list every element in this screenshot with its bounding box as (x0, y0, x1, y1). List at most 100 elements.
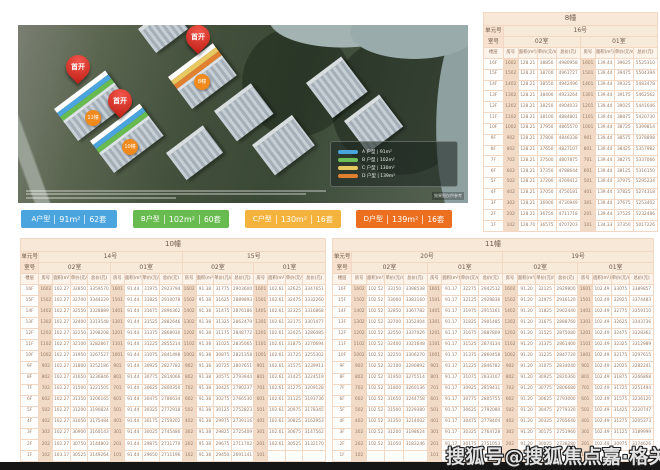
banner-count: 16套 (427, 214, 444, 225)
table-cell: 4F (333, 417, 352, 428)
table-cell: 91.17 (442, 351, 460, 362)
table-cell: 901 (427, 362, 442, 373)
table-cell: 139.44 (595, 123, 614, 134)
divider (387, 215, 388, 224)
table-cell: 2861400 (554, 340, 578, 351)
table-cell: 601 (578, 395, 593, 406)
table-cell: 30425 (214, 384, 232, 395)
table-cell: 2876186 (231, 307, 253, 318)
table-cell: 902 (503, 362, 518, 373)
divider (84, 215, 85, 224)
legend-item: A 户型 | 91m² (338, 149, 450, 155)
table-cell: 面积(m²) (124, 274, 142, 285)
table-cell: 1602 (352, 285, 367, 296)
unit-type-legend: A 户型 | 91m² B 户型 | 102m² C 户型 | 130m² D … (330, 141, 458, 187)
table-cell: 39325 (614, 80, 633, 91)
table-cell: 室号 (333, 263, 352, 274)
table-cell: 91.38 (196, 362, 214, 373)
table-cell: 单价(元/m²) (614, 48, 633, 59)
table-cell: 2820360 (554, 373, 578, 384)
table-cell: 102.52 (367, 340, 385, 351)
aerial-rendering: 首开 首开 首开 11幢 10幢 8幢 A 户型 | 91m² B 户型 | 1… (18, 25, 468, 203)
table-cell: 3337026 (403, 329, 427, 340)
table-cell: 91.17 (442, 362, 460, 373)
table-cell: 2942512 (479, 285, 503, 296)
table-cell: 501 (110, 406, 124, 417)
table-cell: 1602 (503, 285, 518, 296)
table-cell: 32400 (385, 340, 403, 351)
building-block (138, 25, 188, 53)
table-cell: 128.70 (518, 221, 537, 232)
table-cell: 02室 (39, 263, 111, 274)
legend-label: C 户型 | 130m² (362, 165, 395, 171)
table-cell: 31500 (70, 384, 88, 395)
table-cell: 1502 (352, 296, 367, 307)
table-cell: 1202 (39, 329, 53, 340)
table-cell: 8F (333, 373, 352, 384)
table-cell: 31050 (70, 417, 88, 428)
table-cell: 01室 (110, 263, 182, 274)
table-cell: 2923794 (160, 285, 182, 296)
table-cell: 31575 (611, 395, 629, 406)
table-cell: 2834040 (554, 362, 578, 373)
table-cell: 5525310 (633, 59, 657, 70)
table-cell: 1302 (503, 91, 518, 102)
table-cell: 32100 (70, 340, 88, 351)
table-cell: 91.20 (517, 428, 535, 439)
table-cell: 30475 (142, 395, 160, 406)
table-cell: 91.20 (517, 406, 535, 417)
banner-area: 91m² (59, 215, 80, 224)
table-cell: 5357982 (633, 145, 657, 156)
table-cell: 2889893 (231, 296, 253, 307)
table-cell: 1402 (503, 80, 518, 91)
table-cell: 139.44 (595, 113, 614, 124)
table-cell: 38850 (537, 59, 556, 70)
table-cell: 30525 (285, 439, 303, 450)
table-cell: 36900 (537, 199, 556, 210)
table-cell: 5483478 (633, 80, 657, 91)
table-cell: 4923264 (556, 91, 580, 102)
divider (311, 215, 312, 224)
table-cell: 3F (484, 199, 504, 210)
table-cell: 3306270 (403, 351, 427, 362)
table-cell: 301 (110, 428, 124, 439)
table-cell: 1601 (254, 285, 268, 296)
table-cell: 31675 (142, 307, 160, 318)
table-cell: 单价(元/m²) (214, 274, 232, 285)
table-cell: 1502 (503, 69, 518, 80)
table-cell: 901 (578, 362, 593, 373)
table-cell: 2882646 (160, 318, 182, 329)
table-cell: 32850 (70, 285, 88, 296)
table-cell: 32125 (460, 296, 478, 307)
map-pin-first-release: 首开 (61, 50, 95, 84)
table-cell: 91.20 (517, 318, 535, 329)
table-cell: 3313548 (88, 318, 110, 329)
table-cell: 301 (427, 428, 442, 439)
table-cell: 91.38 (196, 428, 214, 439)
table-cell: 301 (578, 428, 593, 439)
table-cell: 房号 (39, 274, 53, 285)
table-cell: 02室 (503, 37, 580, 48)
table-cell: 102.49 (593, 329, 611, 340)
table-cell: 8F (21, 373, 39, 384)
table-cell: 1502 (182, 296, 196, 307)
building-block (166, 125, 223, 180)
table-cell: 总价(元) (554, 274, 578, 285)
building-badge-10: 10幢 (122, 139, 138, 155)
table-cell: 3160143 (88, 428, 110, 439)
table-cell: 91.17 (442, 428, 460, 439)
table-cell: 102.27 (53, 362, 71, 373)
table-cell: 5399814 (633, 123, 657, 134)
table-cell: 2819431 (479, 384, 503, 395)
banner-area: 139m² (392, 215, 418, 224)
table-cell: 32475 (611, 329, 629, 340)
table-cell: 2807651 (231, 362, 253, 373)
table-cell: 单元号 (484, 26, 504, 37)
table-cell: 单元号 (333, 252, 352, 263)
table-cell: 2778404 (479, 417, 503, 428)
table-cell: 单价(元/m²) (385, 274, 403, 285)
table-cell: 91.17 (442, 296, 460, 307)
table-cell: 30750 (70, 439, 88, 450)
table-cell: 91.17 (442, 373, 460, 384)
table-cell: 102 (182, 450, 196, 461)
